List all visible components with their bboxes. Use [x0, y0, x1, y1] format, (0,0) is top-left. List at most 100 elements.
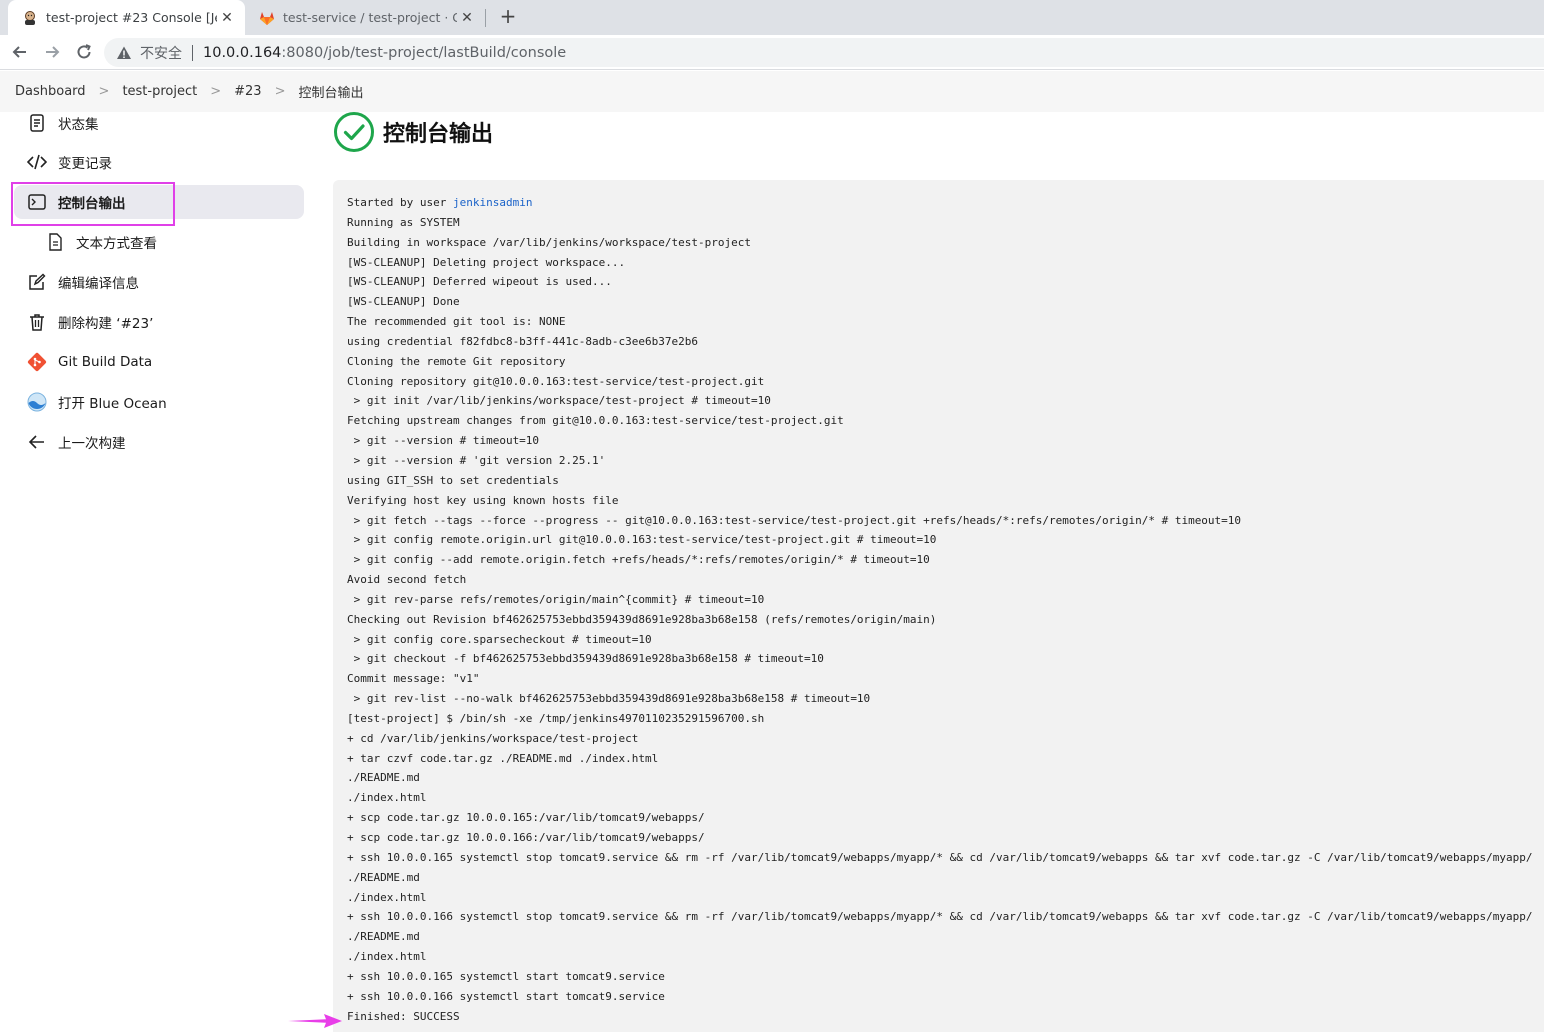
console-line: Avoid second fetch	[347, 573, 467, 587]
console-line: > git --version # 'git version 2.25.1'	[347, 453, 606, 467]
sidebar-item-blue-ocean[interactable]: 打开 Blue Ocean	[14, 385, 304, 419]
console-lines: Running as SYSTEM Building in workspace /…	[347, 213, 1544, 1027]
warning-icon[interactable]	[116, 45, 132, 61]
close-icon[interactable]: ✕	[217, 10, 237, 26]
chevron-right-icon: >	[98, 84, 110, 99]
console-line: [WS-CLEANUP] Done	[347, 295, 460, 309]
browser-tab-gitlab[interactable]: test-service / test-project · Git ✕	[245, 0, 485, 35]
console-line: Running as SYSTEM	[347, 215, 460, 229]
sidebar-item-label: 打开 Blue Ocean	[58, 396, 167, 412]
console-line: Building in workspace /var/lib/jenkins/w…	[347, 235, 751, 249]
success-check-icon	[333, 111, 375, 153]
console-line: Started by user jenkinsadmin	[347, 193, 1544, 213]
console-output: Started by user jenkinsadmin Running as …	[333, 180, 1544, 1032]
page-heading: 控制台输出	[333, 111, 493, 153]
console-line: Cloning the remote Git repository	[347, 354, 566, 368]
tab-title: test-service / test-project · Git	[283, 10, 457, 25]
security-label[interactable]: 不安全	[140, 43, 182, 63]
console-line: ./README.md	[347, 930, 420, 944]
console-line: Finished: SUCCESS	[347, 1009, 460, 1023]
console-line: Commit message: "v1"	[347, 672, 480, 686]
sidebar-item-label: Git Build Data	[58, 354, 153, 370]
sidebar-item-label: 删除构建 ‘#23’	[58, 316, 154, 332]
user-link[interactable]: jenkinsadmin	[453, 196, 532, 209]
document-icon	[26, 112, 48, 134]
url-host: 10.0.0.164	[203, 44, 282, 61]
console-line: using credential f82fdbc8-b3ff-441c-8adb…	[347, 334, 698, 348]
console-line: [WS-CLEANUP] Deferred wipeout is used...	[347, 275, 612, 289]
jenkins-icon	[22, 10, 38, 26]
reload-icon[interactable]	[72, 40, 96, 64]
browser-tab-jenkins[interactable]: test-project #23 Console [Jenk ✕	[8, 0, 245, 35]
trash-icon	[26, 311, 48, 333]
console-line: ./index.html	[347, 890, 427, 904]
console-line: ./README.md	[347, 870, 420, 884]
back-icon[interactable]	[8, 40, 32, 64]
console-line: [test-project] $ /bin/sh -xe /tmp/jenkin…	[347, 711, 765, 725]
tab-divider	[485, 9, 486, 27]
console-line: + scp code.tar.gz 10.0.0.166:/var/lib/to…	[347, 831, 705, 844]
console-line: > git config remote.origin.url git@10.0.…	[347, 533, 937, 547]
chevron-right-icon: >	[274, 84, 286, 99]
forward-icon[interactable]	[40, 40, 64, 64]
console-line: + ssh 10.0.0.165 systemctl start tomcat9…	[347, 969, 665, 983]
sidebar-item-git-build-data[interactable]: Git Build Data	[14, 345, 304, 379]
console-line: ./index.html	[347, 950, 427, 964]
tab-title: test-project #23 Console [Jenk	[46, 10, 217, 25]
omnibox-divider	[192, 44, 193, 61]
console-text: Started by user	[347, 196, 453, 209]
page-title: 控制台输出	[383, 122, 494, 147]
console-line: > git checkout -f bf462625753ebbd359439d…	[347, 652, 824, 666]
console-line: Verifying host key using known hosts fil…	[347, 493, 619, 507]
sidebar-item-label: 上一次构建	[58, 436, 126, 452]
address-bar[interactable]: 不安全 10.0.0.164:8080/job/test-project/las…	[104, 38, 1544, 67]
console-line: Checking out Revision bf462625753ebbd359…	[347, 612, 937, 626]
close-icon[interactable]: ✕	[457, 10, 477, 26]
browser-tab-strip: test-project #23 Console [Jenk ✕ test-se…	[0, 0, 1544, 35]
console-line: + scp code.tar.gz 10.0.0.165:/var/lib/to…	[347, 811, 705, 825]
console-line: [WS-CLEANUP] Deleting project workspace.…	[347, 255, 626, 269]
annotation-highlight-box	[11, 182, 175, 226]
console-line: The recommended git tool is: NONE	[347, 315, 566, 329]
sidebar-item-label: 文本方式查看	[76, 236, 157, 252]
breadcrumb-build[interactable]: #23	[234, 84, 261, 99]
sidebar-item-changes[interactable]: 变更记录	[14, 145, 304, 179]
chevron-right-icon: >	[210, 84, 222, 99]
edit-icon	[26, 271, 48, 293]
code-icon	[26, 151, 48, 173]
sidebar-item-label: 状态集	[58, 117, 99, 133]
sidebar-item-view-as-text[interactable]: 文本方式查看	[14, 225, 304, 259]
sidebar-item-edit-build-info[interactable]: 编辑编译信息	[14, 265, 304, 299]
sidebar-item-previous-build[interactable]: 上一次构建	[14, 425, 304, 459]
sidebar-item-label: 编辑编译信息	[58, 276, 139, 292]
gitlab-icon	[259, 10, 275, 26]
console-line: > git init /var/lib/jenkins/workspace/te…	[347, 394, 771, 408]
arrow-left-icon	[26, 431, 48, 453]
new-tab-button[interactable]: +	[496, 5, 520, 29]
sidebar: 状态集 变更记录 控制台输出 文本方式查看 编辑编译信息 删除构建 ‘#23’	[0, 112, 320, 1032]
console-line: > git rev-parse refs/remotes/origin/main…	[347, 592, 765, 606]
console-line: + ssh 10.0.0.166 systemctl start tomcat9…	[347, 989, 665, 1003]
breadcrumb-job[interactable]: test-project	[122, 84, 197, 99]
file-text-icon	[44, 231, 66, 253]
console-line: ./index.html	[347, 791, 427, 805]
console-line: > git --version # timeout=10	[347, 434, 540, 448]
console-line: > git fetch --tags --force --progress --…	[347, 513, 1242, 527]
console-line: > git rev-list --no-walk bf462625753ebbd…	[347, 692, 871, 706]
console-line: using GIT_SSH to set credentials	[347, 473, 559, 487]
sidebar-item-status[interactable]: 状态集	[14, 106, 304, 140]
console-line: > git config --add remote.origin.fetch +…	[347, 553, 930, 567]
console-line: Cloning repository git@10.0.0.163:test-s…	[347, 374, 765, 388]
annotation-arrow	[288, 1014, 342, 1028]
console-line: > git config core.sparsecheckout # timeo…	[347, 632, 652, 646]
console-line: + ssh 10.0.0.166 systemctl stop tomcat9.…	[347, 910, 1533, 924]
breadcrumb-dashboard[interactable]: Dashboard	[15, 84, 86, 99]
git-icon	[26, 351, 48, 373]
browser-toolbar: 不安全 10.0.0.164:8080/job/test-project/las…	[0, 35, 1544, 70]
breadcrumb-console[interactable]: 控制台输出	[298, 82, 363, 101]
sidebar-item-delete-build[interactable]: 删除构建 ‘#23’	[14, 305, 304, 339]
sidebar-item-label: 变更记录	[58, 156, 112, 172]
blue-ocean-icon	[26, 391, 48, 413]
console-line: Fetching upstream changes from git@10.0.…	[347, 414, 844, 428]
console-line: + tar czvf code.tar.gz ./README.md ./ind…	[347, 751, 659, 765]
